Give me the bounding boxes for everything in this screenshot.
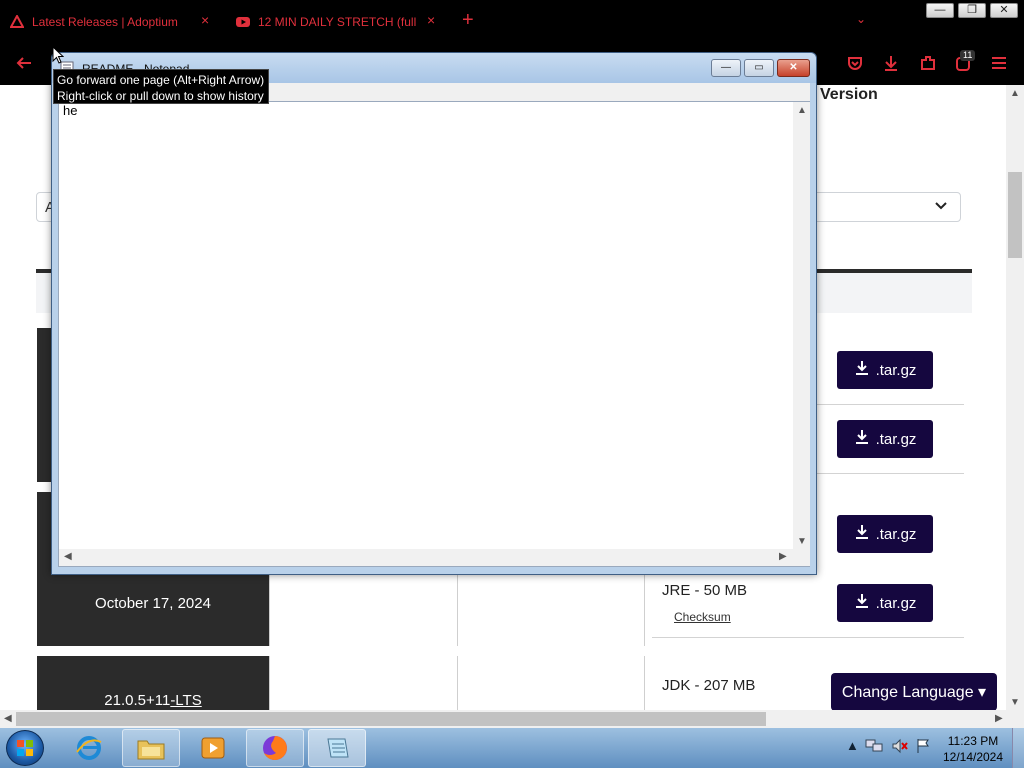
notepad-close-button[interactable]: ✕: [777, 59, 810, 77]
download-icon: [854, 593, 870, 613]
mouse-cursor-icon: [52, 45, 65, 70]
downloads-icon[interactable]: [880, 54, 902, 78]
scroll-right-arrow-icon[interactable]: ▶: [995, 713, 1003, 724]
notepad-minimize-button[interactable]: —: [711, 59, 741, 77]
tab-adoptium[interactable]: Latest Releases | Adoptium: [10, 12, 190, 32]
version-number: 21.0.5+11: [104, 692, 171, 709]
youtube-icon: [236, 15, 250, 29]
windows-logo-icon: [17, 740, 33, 756]
package-separator: [652, 637, 964, 638]
hamburger-menu-icon[interactable]: [988, 54, 1010, 78]
page-horizontal-scroll-thumb[interactable]: [16, 712, 766, 726]
internet-explorer-icon[interactable]: [60, 729, 118, 767]
version-label: Version: [820, 86, 878, 103]
scroll-left-arrow-icon[interactable]: ◀: [64, 551, 72, 562]
tooltip-line: Right-click or pull down to show history: [57, 89, 264, 103]
extensions-icon[interactable]: [917, 54, 939, 78]
tab-close-icon[interactable]: ×: [201, 13, 209, 27]
tab-close-icon[interactable]: ×: [427, 13, 435, 27]
notepad-content: he: [63, 103, 78, 118]
desktop: Latest Releases | Adoptium × 12 MIN DAIL…: [0, 0, 1024, 768]
new-tab-button[interactable]: +: [462, 10, 474, 30]
change-language-button[interactable]: Change Language ▾: [831, 673, 997, 711]
file-explorer-icon[interactable]: [122, 729, 180, 767]
volume-muted-icon[interactable]: [891, 738, 909, 757]
clock-time: 11:23 PM: [947, 734, 999, 748]
tab-list-chevron-icon[interactable]: ⌄: [856, 12, 866, 26]
download-icon: [854, 524, 870, 544]
window-restore-button[interactable]: ❐: [958, 3, 986, 18]
notepad-taskbar-button[interactable]: [308, 729, 366, 767]
download-icon: [854, 360, 870, 380]
download-icon: [854, 429, 870, 449]
version-suffix: -LTS: [170, 692, 202, 709]
package-size: JDK - 207 MB: [662, 677, 756, 694]
column-divider: [269, 656, 270, 710]
column-divider: [457, 656, 458, 710]
tab-title: Latest Releases | Adoptium: [32, 15, 178, 29]
notepad-maximize-button[interactable]: ▭: [744, 59, 774, 77]
window-minimize-button[interactable]: —: [926, 3, 954, 18]
notepad-vertical-scrollbar[interactable]: ▲ ▼: [793, 102, 810, 549]
notepad-text-area[interactable]: he ▲ ▼ ◀ ▶: [58, 101, 810, 567]
window-close-button[interactable]: ✕: [990, 3, 1018, 18]
extension-badge: 11: [960, 50, 976, 61]
notepad-window[interactable]: README - Notepad — ▭ ✕ he ▲ ▼ ◀ ▶: [51, 52, 817, 575]
download-tar-gz-button[interactable]: .tar.gz: [837, 420, 933, 458]
download-tar-gz-button[interactable]: .tar.gz: [837, 515, 933, 553]
chevron-down-icon: [934, 198, 948, 215]
show-desktop-button[interactable]: [1012, 728, 1024, 768]
notepad-icon: [327, 738, 349, 758]
size-grip[interactable]: [793, 549, 810, 566]
scroll-right-arrow-icon[interactable]: ▶: [779, 551, 787, 562]
scroll-up-arrow-icon[interactable]: ▲: [1010, 88, 1020, 99]
clock-date: 12/14/2024: [942, 750, 1004, 764]
download-label: .tar.gz: [875, 594, 917, 612]
download-tar-gz-button[interactable]: .tar.gz: [837, 351, 933, 389]
checksum-link[interactable]: Checksum: [674, 610, 731, 624]
scroll-left-arrow-icon[interactable]: ◀: [4, 713, 12, 724]
show-hidden-icons-icon[interactable]: ▲: [846, 738, 859, 753]
tooltip-line: Go forward one page (Alt+Right Arrow): [57, 73, 265, 87]
system-clock[interactable]: 11:23 PM 12/14/2024: [938, 733, 1008, 765]
action-center-flag-icon[interactable]: [915, 738, 931, 757]
package-size: JRE - 50 MB: [662, 582, 748, 599]
page-vertical-scroll-thumb[interactable]: [1008, 172, 1022, 258]
notepad-horizontal-scrollbar[interactable]: ◀ ▶: [59, 549, 793, 566]
download-label: .tar.gz: [875, 361, 917, 379]
release-date: October 17, 2024: [95, 595, 211, 612]
back-arrow-icon[interactable]: [13, 54, 35, 78]
release-version-link[interactable]: 21.0.5+11-LTS: [37, 692, 269, 709]
start-button[interactable]: [6, 730, 44, 766]
scroll-up-arrow-icon[interactable]: ▲: [797, 105, 807, 116]
download-tar-gz-button[interactable]: .tar.gz: [837, 584, 933, 622]
scroll-down-arrow-icon[interactable]: ▼: [1010, 697, 1020, 708]
adoptium-icon: [10, 13, 25, 29]
scroll-down-arrow-icon[interactable]: ▼: [797, 536, 807, 547]
pocket-icon[interactable]: [844, 54, 866, 78]
download-label: .tar.gz: [875, 525, 917, 543]
network-icon[interactable]: [865, 738, 883, 757]
download-label: .tar.gz: [875, 430, 917, 448]
tab-title: 12 MIN DAILY STRETCH (full b: [258, 15, 416, 29]
media-player-icon[interactable]: [184, 729, 242, 767]
column-divider: [644, 656, 645, 710]
forward-button-tooltip: Go forward one page (Alt+Right Arrow) Ri…: [53, 69, 269, 104]
tab-youtube[interactable]: 12 MIN DAILY STRETCH (full b: [236, 12, 416, 32]
firefox-icon[interactable]: [246, 729, 304, 767]
